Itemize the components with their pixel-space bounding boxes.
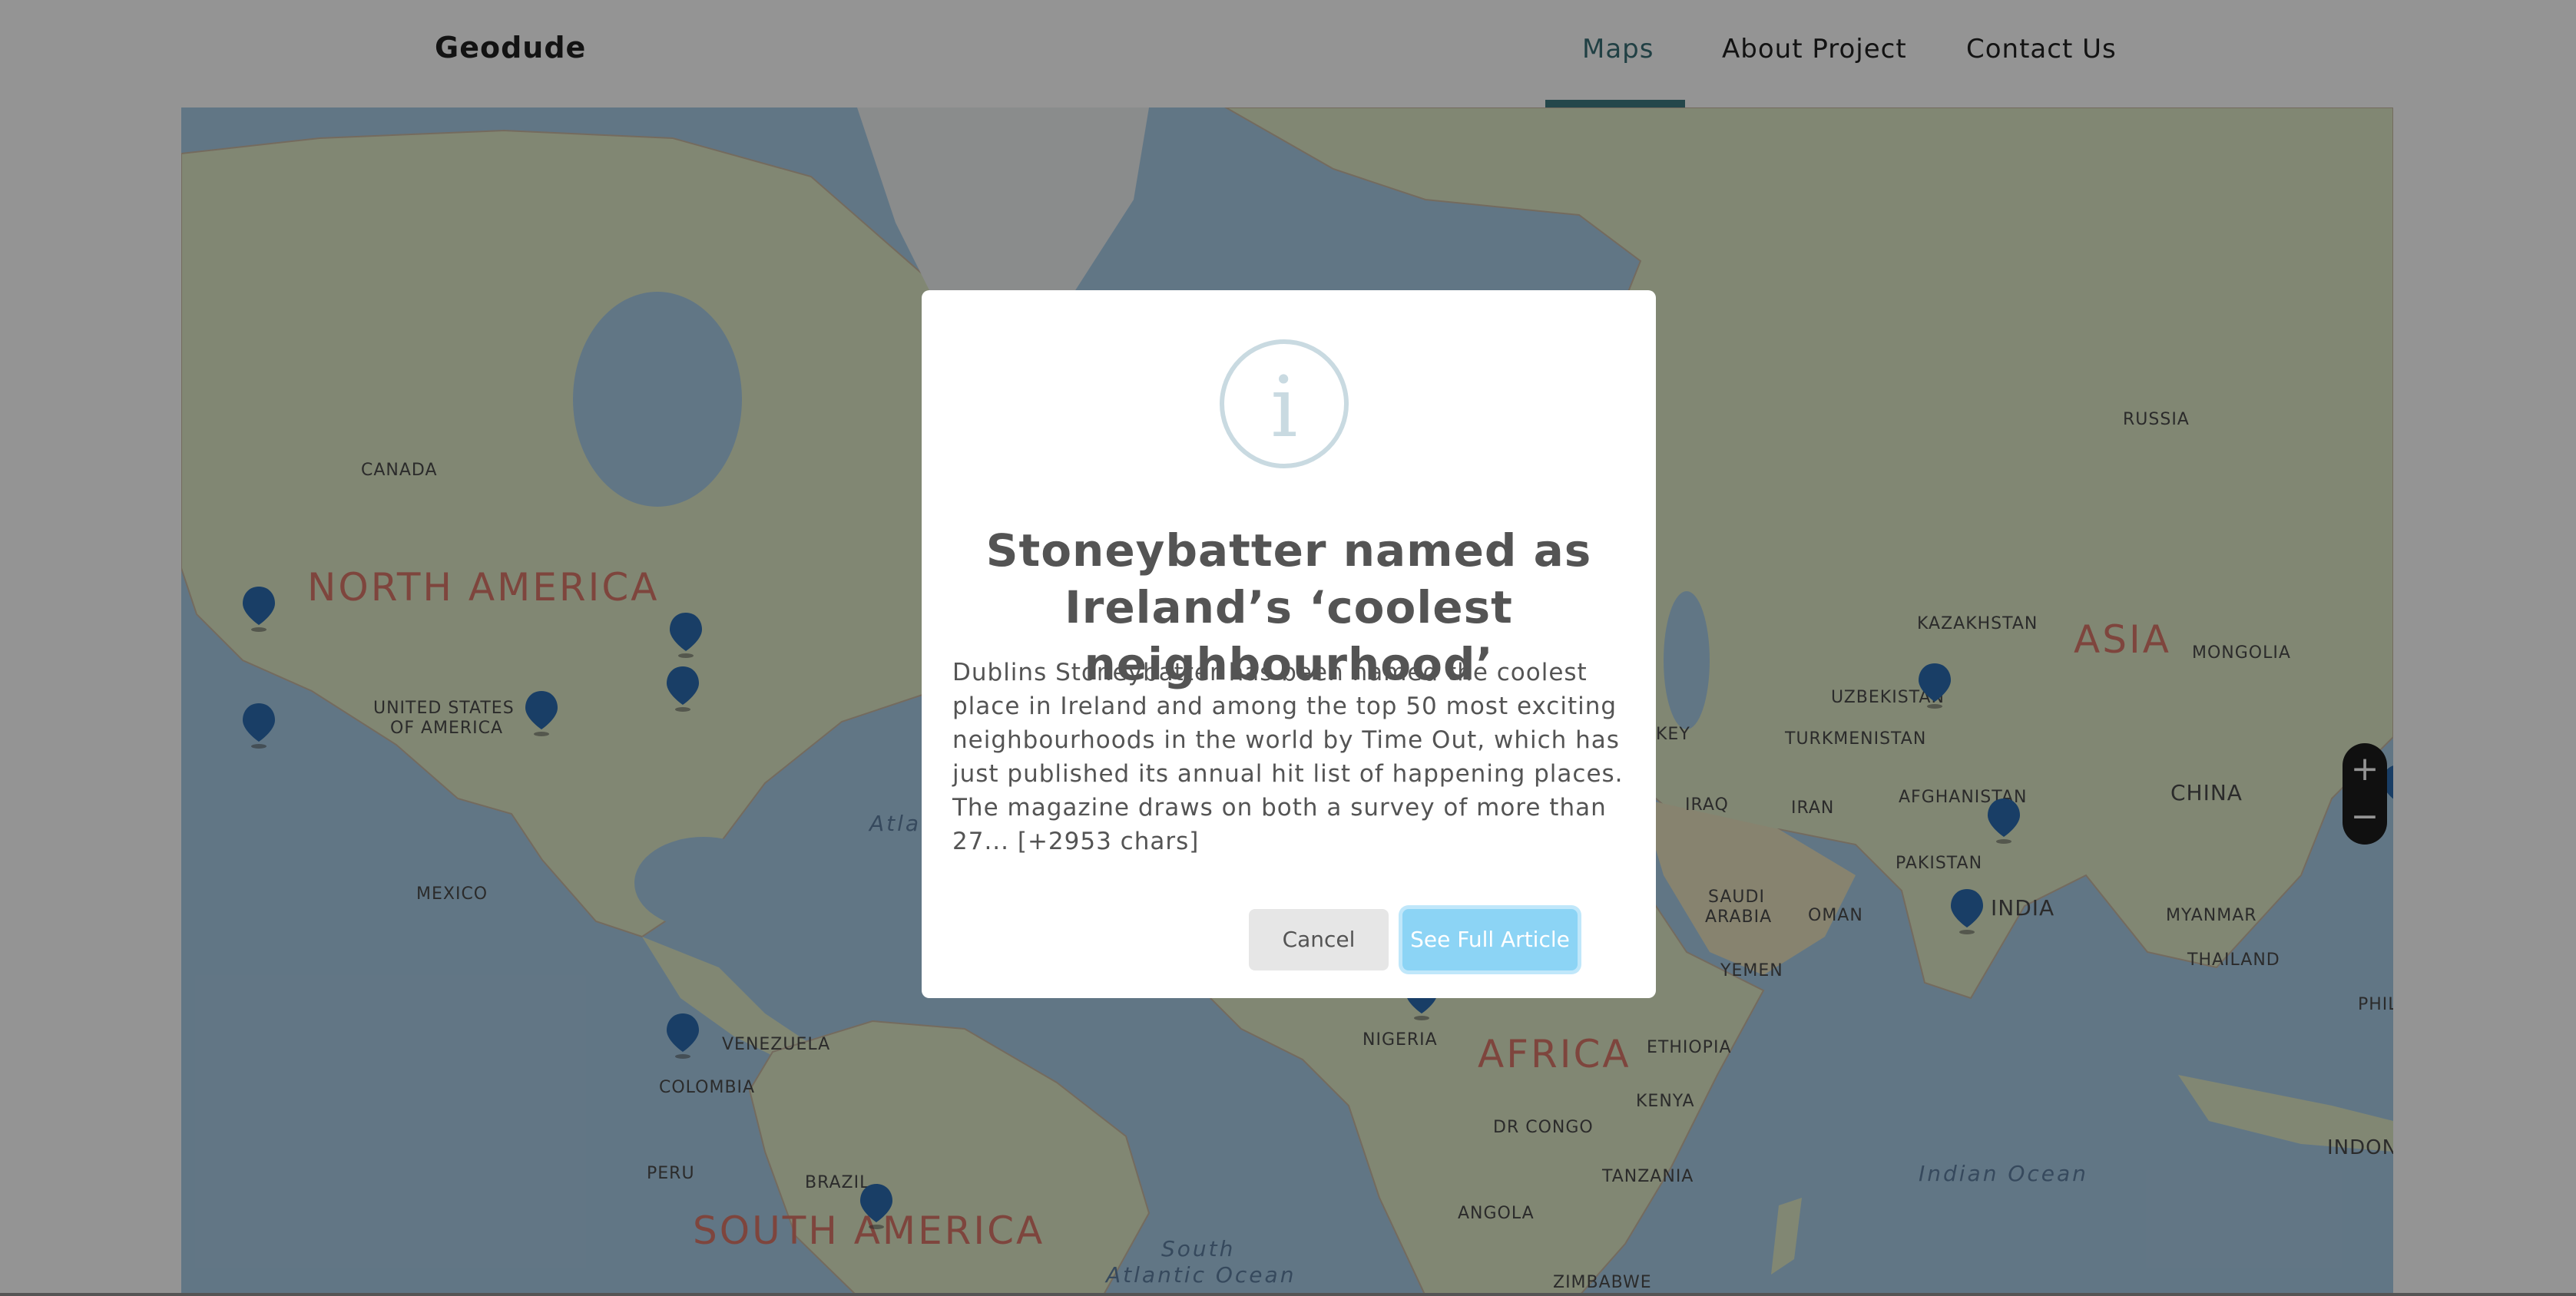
see-full-article-button[interactable]: See Full Article bbox=[1402, 909, 1578, 970]
cancel-button[interactable]: Cancel bbox=[1249, 909, 1389, 970]
modal-backdrop[interactable]: i Stoneybatter named as Ireland’s ‘coole… bbox=[0, 0, 2576, 1296]
window-bottom-edge bbox=[0, 1293, 2576, 1296]
info-icon-glyph: i bbox=[1270, 358, 1298, 456]
article-dialog: i Stoneybatter named as Ireland’s ‘coole… bbox=[922, 290, 1656, 998]
info-icon: i bbox=[1220, 339, 1349, 468]
dialog-body: Dublins Stoneybatter has been named the … bbox=[952, 659, 1624, 855]
